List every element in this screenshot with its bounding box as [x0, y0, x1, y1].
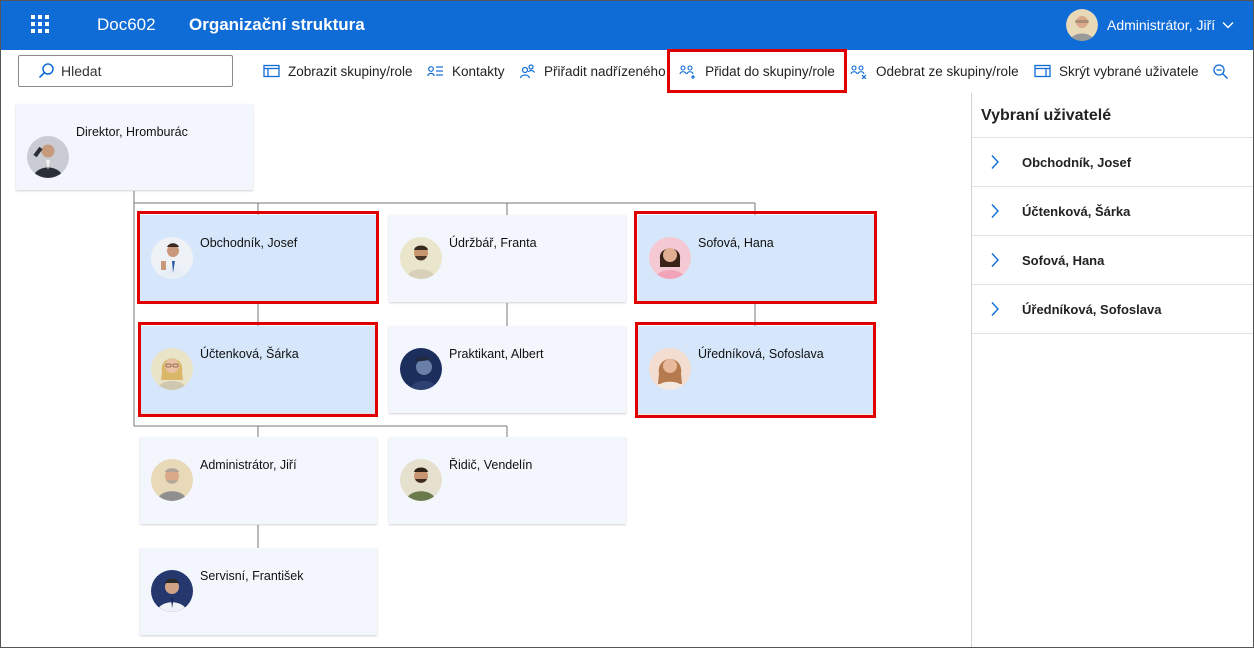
person-name: Údržbář, Franta	[449, 236, 537, 250]
selected-users-list: Obchodník, Josef Účtenková, Šárka Sofová…	[972, 137, 1254, 334]
selected-user-name: Sofová, Hana	[1022, 252, 1105, 268]
brand-name[interactable]: Doc602	[97, 15, 156, 35]
user-name: Administrátor, Jiří	[1107, 17, 1216, 33]
selected-user-name: Úředníková, Sofoslava	[1022, 301, 1162, 317]
avatar	[151, 459, 193, 501]
panel-icon	[263, 64, 280, 78]
avatar	[649, 348, 691, 390]
list-item[interactable]: Sofová, Hana	[972, 236, 1254, 285]
zoom-out-button[interactable]	[1212, 56, 1237, 86]
person-name: Direktor, Hromburác	[76, 125, 188, 139]
avatar	[400, 348, 442, 390]
contacts-button[interactable]: Kontakty	[427, 56, 505, 86]
assign-user-icon	[519, 64, 536, 79]
avatar	[151, 570, 193, 612]
org-card-director[interactable]: Direktor, Hromburác	[16, 104, 253, 190]
toolbar: Zobrazit skupiny/role Kontakty Přiřadit …	[0, 49, 1254, 93]
page-title: Organizační struktura	[189, 15, 365, 34]
remove-from-group-label: Odebrat ze skupiny/role	[876, 63, 1019, 79]
list-item[interactable]: Účtenková, Šárka	[972, 187, 1254, 236]
chevron-right-icon[interactable]	[990, 301, 1000, 317]
chevron-right-icon[interactable]	[990, 154, 1000, 170]
avatar	[649, 237, 691, 279]
avatar	[151, 348, 193, 390]
person-name: Úředníková, Sofoslava	[698, 347, 824, 361]
contacts-label: Kontakty	[452, 63, 505, 79]
org-card[interactable]: Úředníková, Sofoslava	[638, 326, 874, 413]
panel-icon	[1034, 64, 1051, 78]
show-groups-button[interactable]: Zobrazit skupiny/role	[263, 56, 413, 86]
assign-superior-button[interactable]: Přiřadit nadřízeného	[519, 56, 666, 86]
org-card[interactable]: Praktikant, Albert	[389, 326, 626, 413]
org-chart-canvas[interactable]: Direktor, Hromburác Obchodník, Josef Údr…	[0, 93, 971, 648]
selected-users-panel: Vybraní uživatelé Obchodník, Josef Účten…	[971, 93, 1254, 648]
app-launcher-icon[interactable]	[31, 15, 49, 33]
person-name: Servisní, František	[200, 569, 304, 583]
add-to-group-label: Přidat do skupiny/role	[705, 63, 835, 79]
show-groups-label: Zobrazit skupiny/role	[288, 63, 413, 79]
chevron-down-icon[interactable]	[1221, 18, 1235, 32]
org-card[interactable]: Obchodník, Josef	[140, 215, 376, 302]
selected-user-name: Obchodník, Josef	[1022, 154, 1132, 170]
avatar	[400, 459, 442, 501]
org-card[interactable]: Administrátor, Jiří	[140, 437, 377, 524]
search-input[interactable]	[61, 63, 211, 79]
person-name: Praktikant, Albert	[449, 347, 544, 361]
zoom-out-icon	[1213, 63, 1228, 79]
remove-group-icon	[850, 65, 867, 79]
add-to-group-button[interactable]: Přidat do skupiny/role	[667, 49, 847, 93]
person-name: Administrátor, Jiří	[200, 458, 297, 472]
user-menu[interactable]: Administrátor, Jiří	[1066, 9, 1235, 41]
search-box[interactable]	[18, 55, 233, 87]
person-name: Obchodník, Josef	[200, 236, 298, 250]
chevron-right-icon[interactable]	[990, 203, 1000, 219]
org-card[interactable]: Řidič, Vendelín	[389, 437, 626, 524]
remove-from-group-button[interactable]: Odebrat ze skupiny/role	[850, 56, 1019, 86]
panel-title: Vybraní uživatelé	[981, 107, 1112, 124]
contact-list-icon	[427, 66, 443, 77]
org-card[interactable]: Servisní, František	[140, 548, 377, 635]
avatar	[151, 237, 193, 279]
add-group-icon	[679, 65, 696, 79]
hide-selected-label: Skrýt vybrané uživatele	[1059, 63, 1199, 79]
avatar	[27, 136, 69, 178]
list-item[interactable]: Úředníková, Sofoslava	[972, 285, 1254, 334]
list-item[interactable]: Obchodník, Josef	[972, 138, 1254, 187]
org-card[interactable]: Účtenková, Šárka	[140, 326, 376, 413]
selected-user-name: Účtenková, Šárka	[1022, 203, 1131, 219]
org-card[interactable]: Údržbář, Franta	[389, 215, 626, 302]
chevron-right-icon[interactable]	[990, 252, 1000, 268]
app-header: Doc602 Organizační struktura Administrát…	[0, 0, 1254, 50]
avatar	[400, 237, 442, 279]
person-name: Účtenková, Šárka	[200, 347, 299, 361]
assign-superior-label: Přiřadit nadřízeného	[544, 63, 666, 79]
search-icon	[38, 63, 54, 79]
avatar	[1066, 9, 1098, 41]
person-name: Řidič, Vendelín	[449, 458, 533, 472]
org-card[interactable]: Sofová, Hana	[638, 215, 874, 302]
person-name: Sofová, Hana	[698, 236, 774, 250]
hide-selected-button[interactable]: Skrýt vybrané uživatele	[1034, 56, 1199, 86]
